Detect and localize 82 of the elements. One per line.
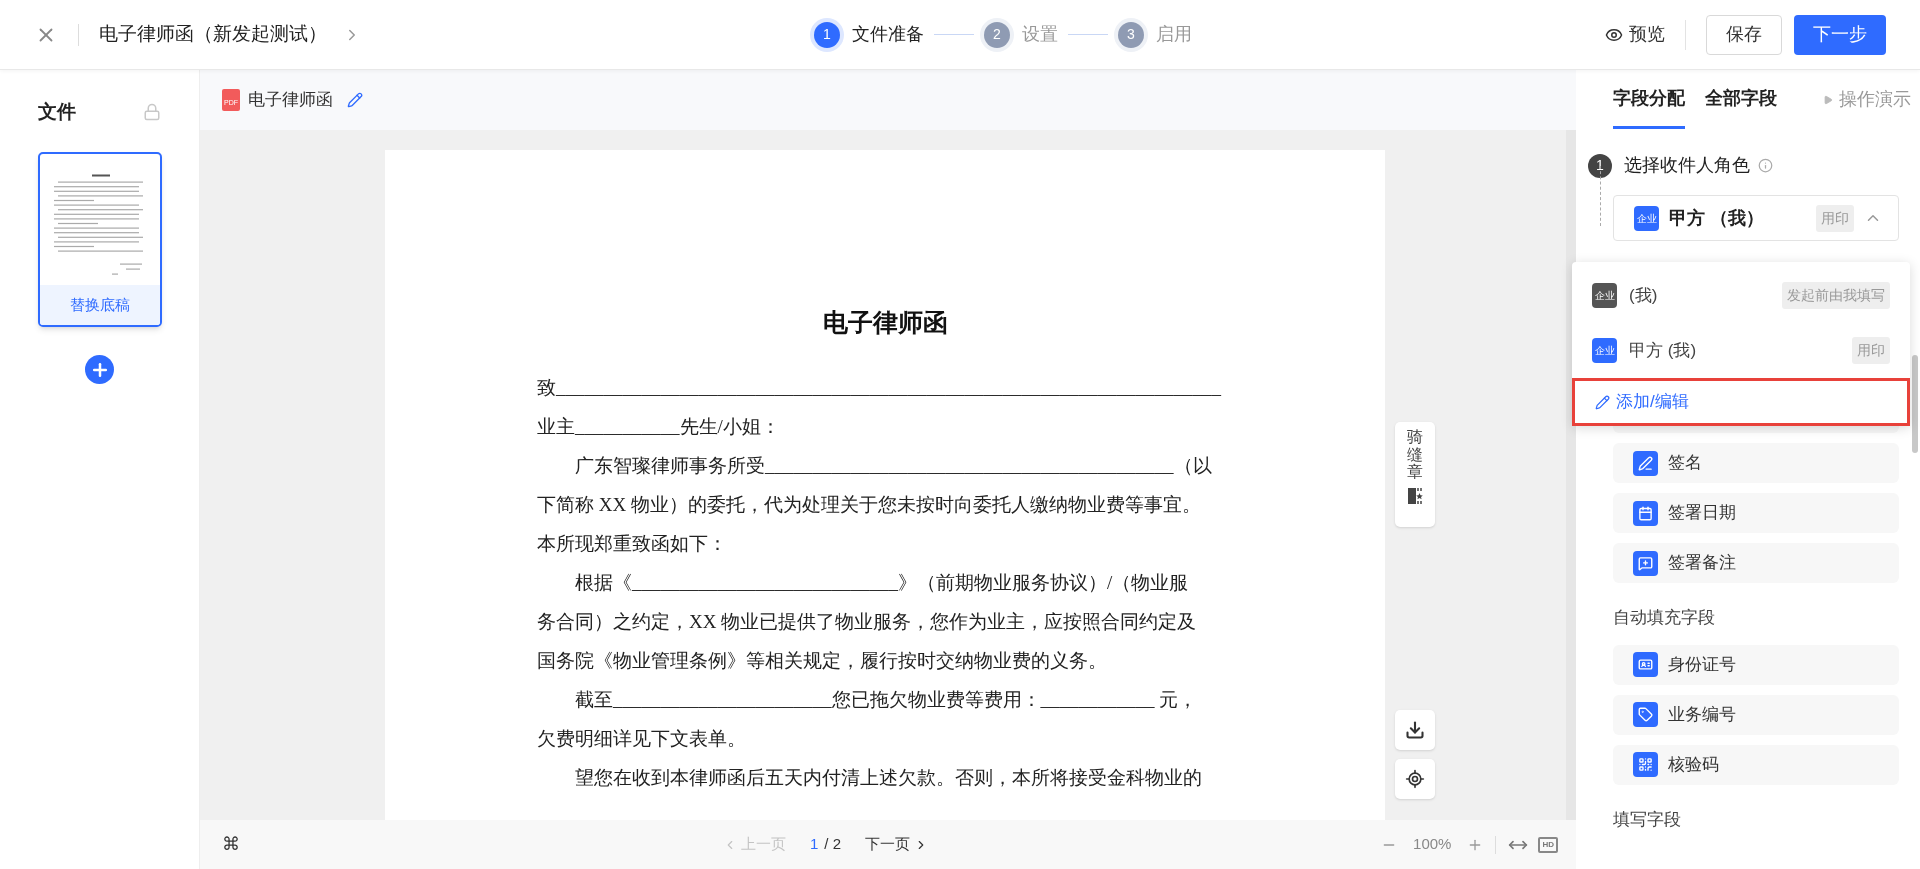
qr-code-icon xyxy=(1633,752,1658,777)
step-number: 1 xyxy=(814,21,840,48)
page-title: 电子律师函 xyxy=(822,309,948,336)
hd-toggle[interactable]: HD xyxy=(1538,836,1558,853)
panel-tab[interactable]: 全部字段 xyxy=(1705,85,1777,129)
calendar-icon xyxy=(1633,500,1658,526)
field-label: 身份证号 xyxy=(1668,653,1736,676)
panel-tab[interactable]: 字段分配 xyxy=(1613,85,1685,129)
letter-text-line: 下简称 XX 物业）的委托，代为处理关于您未按时向委托人缴纳物业费等事宜。 xyxy=(537,492,1201,517)
role-tag: 用印 xyxy=(1816,204,1854,232)
shortcut-key[interactable]: ⌘ xyxy=(222,831,240,858)
preview-button[interactable]: 预览 xyxy=(1605,21,1665,48)
section-title: 填写字段 xyxy=(1613,808,1682,831)
company-badge-icon: 企业 xyxy=(1592,283,1617,308)
save-button[interactable]: 保存 xyxy=(1706,14,1782,55)
step-label: 文件准备 xyxy=(852,23,924,46)
step-title: 选择收件人角色 xyxy=(1624,154,1750,177)
next-page-button[interactable]: 下一页 xyxy=(865,833,929,856)
letter-text-line: 业主___________先生/小姐： xyxy=(537,414,780,439)
add-edit-button[interactable]: 添加/编辑 xyxy=(1572,378,1910,426)
letter-text-line: 务合同）之约定，XX 物业已提供了物业服务，您作为业主，应按照合同约定及 xyxy=(537,609,1197,634)
scrollbar-thumb[interactable] xyxy=(1912,355,1918,453)
file-name: 电子律师函 xyxy=(248,89,333,112)
role-tag: 用印 xyxy=(1852,337,1890,364)
step-number: 3 xyxy=(1118,21,1144,48)
letter-text-line: 致______________________________________________________________________ xyxy=(537,375,1221,400)
comment-plus-icon xyxy=(1633,550,1658,576)
role-option[interactable]: 企业 (我) 发起前由我填写 xyxy=(1572,268,1910,323)
tag-icon xyxy=(1633,702,1658,727)
field-item[interactable]: 签名 xyxy=(1613,443,1899,483)
field-label: 签署日期 xyxy=(1668,502,1736,525)
field-label: 签署备注 xyxy=(1668,552,1736,575)
lock-icon xyxy=(143,103,161,121)
pencil-icon xyxy=(1595,394,1610,410)
zoom-level: 100% xyxy=(1413,834,1452,855)
field-label: 签名 xyxy=(1668,452,1702,475)
company-badge-icon: 企业 xyxy=(1634,205,1659,231)
letter-text-line: 望您在收到本律师函后五天内付清上述欠款。否则，本所将接受金科物业的 xyxy=(574,765,1202,790)
company-badge-icon: 企业 xyxy=(1592,338,1617,363)
crosshair-icon xyxy=(1405,769,1425,789)
add-file-button[interactable] xyxy=(85,355,114,384)
id-card-icon xyxy=(1633,652,1658,677)
field-item[interactable]: 业务编号 xyxy=(1613,694,1899,735)
section-title: 自动填充字段 xyxy=(1613,607,1716,629)
role-select[interactable]: 企业 甲方 （我） 用印 xyxy=(1613,195,1899,241)
replace-draft-button[interactable]: 替换底稿 xyxy=(39,285,160,325)
current-page: 1 xyxy=(810,834,819,855)
seam-seal-button[interactable]: 骑缝章 xyxy=(1395,422,1435,527)
download-icon xyxy=(1405,720,1425,740)
letter-text-line: 根据《____________________________》（前期物业服务协议）/（物业服 xyxy=(574,570,1189,595)
letter-text-line: 本所现郑重致函如下： xyxy=(537,531,727,556)
document-thumbnail[interactable]: 替换底稿 xyxy=(37,152,162,327)
field-item[interactable]: 签署日期 xyxy=(1613,493,1899,533)
field-label: 核验码 xyxy=(1668,753,1719,776)
next-step-button[interactable]: 下一步 xyxy=(1794,14,1886,55)
field-item[interactable]: 核验码 xyxy=(1613,744,1899,785)
field-item[interactable]: 签署备注 xyxy=(1613,543,1899,583)
step-label: 启用 xyxy=(1156,23,1192,46)
role-name: (我) xyxy=(1629,284,1659,307)
step-number: 2 xyxy=(984,21,1010,48)
play-icon xyxy=(1823,94,1833,105)
download-button[interactable] xyxy=(1395,710,1435,750)
field-item[interactable]: 身份证号 xyxy=(1613,644,1899,685)
letter-text-line: 广东智璨律师事务所受___________________________________________（以 xyxy=(574,453,1212,478)
document-title: 电子律师函（新发起测试） xyxy=(99,22,327,47)
pen-icon xyxy=(1633,450,1658,476)
locate-button[interactable] xyxy=(1395,759,1435,799)
role-name: 甲方 （我） xyxy=(1669,206,1765,230)
letter-text-line: 截至_______________________您已拖欠物业费等费用：____________ 元， xyxy=(574,687,1198,712)
field-label: 业务编号 xyxy=(1668,703,1736,726)
scrollbar[interactable] xyxy=(1566,130,1576,820)
step-label: 设置 xyxy=(1022,23,1058,46)
letter-text-line: 欠费明细详见下文表单。 xyxy=(537,726,746,751)
panel-title: 文件 xyxy=(38,99,76,124)
role-option[interactable]: 企业 甲方 (我) 用印 xyxy=(1572,323,1910,378)
seal-icon xyxy=(1407,486,1423,505)
letter-text-line: 国务院《物业管理条例》等相关规定，履行按时交纳物业费的义务。 xyxy=(537,648,1107,673)
page-total: / 2 xyxy=(824,834,842,855)
info-icon xyxy=(1758,158,1773,173)
role-tag: 发起前由我填写 xyxy=(1782,282,1890,309)
role-name: 甲方 (我) xyxy=(1629,339,1698,362)
edit-name-icon[interactable] xyxy=(347,92,363,108)
